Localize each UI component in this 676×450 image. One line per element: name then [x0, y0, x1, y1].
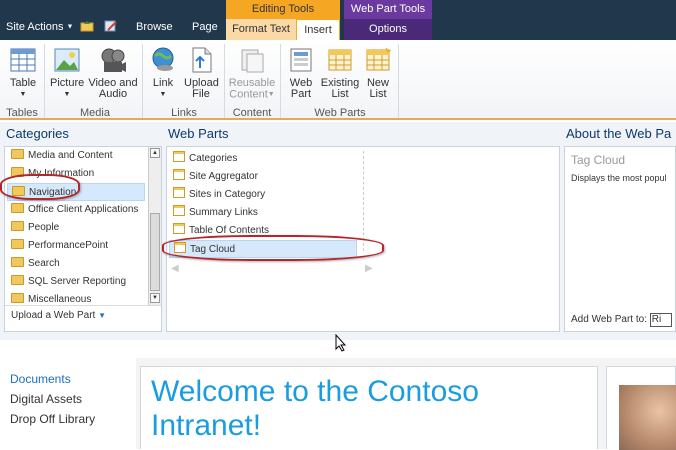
- folder-icon: [11, 257, 24, 267]
- site-actions-menu[interactable]: Site Actions ▼: [6, 21, 73, 33]
- divider: [5, 305, 161, 306]
- web-part-picker: Categories Media and Content My Informat…: [0, 122, 676, 340]
- highlight-ring: [0, 174, 80, 200]
- web-part-tools-header: Web Part Tools: [344, 0, 432, 19]
- folder-icon: [11, 203, 24, 213]
- divider: [44, 44, 45, 118]
- tab-options[interactable]: Options: [344, 19, 432, 40]
- group-label-content: Content: [232, 107, 272, 119]
- divider: [280, 44, 281, 118]
- table-button[interactable]: Table ▼: [6, 46, 40, 100]
- upload-file-icon: [187, 46, 215, 74]
- category-item[interactable]: Media and Content: [11, 147, 113, 165]
- web-part-icon: [173, 205, 185, 216]
- web-part-icon: [173, 187, 185, 198]
- edit-page-icon[interactable]: [104, 20, 118, 32]
- category-item[interactable]: Office Client Applications: [11, 201, 138, 219]
- about-header: About the Web Pa: [566, 126, 672, 141]
- column-divider: [363, 151, 364, 251]
- web-part-icon: [287, 46, 315, 74]
- about-description: Displays the most popul: [571, 173, 667, 183]
- group-label-tables: Tables: [6, 107, 38, 119]
- tab-page[interactable]: Page: [192, 21, 218, 33]
- categories-scrollbar[interactable]: ▲ ▼: [148, 147, 161, 305]
- chevron-down-icon: ▼: [66, 23, 74, 31]
- folder-icon: [11, 239, 24, 249]
- new-list-button[interactable]: New List: [362, 46, 394, 100]
- site-actions-label: Site Actions: [6, 21, 64, 33]
- folder-icon: [11, 275, 24, 285]
- chevron-down-icon: ▼: [98, 311, 107, 320]
- new-list-icon: [364, 46, 392, 74]
- video-audio-button[interactable]: Video and Audio: [88, 46, 138, 100]
- web-parts-header: Web Parts: [168, 126, 229, 141]
- about-title: Tag Cloud: [571, 153, 626, 167]
- picture-icon: [53, 46, 81, 74]
- person-photo: [619, 385, 676, 450]
- folder-icon: [11, 149, 24, 159]
- scroll-left-icon[interactable]: ◀: [171, 263, 179, 274]
- group-label-web-parts: Web Parts: [314, 107, 366, 119]
- category-item[interactable]: Miscellaneous: [11, 291, 91, 309]
- tab-format-text[interactable]: Format Text: [226, 19, 296, 40]
- quick-launch-documents[interactable]: Documents: [10, 372, 71, 386]
- reusable-content-button[interactable]: Reusable Content▼: [228, 46, 276, 100]
- web-part-item[interactable]: Sites in Category: [173, 186, 265, 204]
- web-part-icon: [173, 223, 185, 234]
- image-zone: [606, 366, 676, 450]
- globe-link-icon: [149, 46, 177, 74]
- folder-icon: [11, 221, 24, 231]
- category-item[interactable]: People: [11, 219, 59, 237]
- tab-browse[interactable]: Browse: [136, 21, 173, 33]
- zone-select[interactable]: Ri: [649, 313, 672, 327]
- folder-icon: [11, 293, 24, 303]
- scroll-down-icon[interactable]: ▼: [150, 293, 160, 303]
- web-part-item[interactable]: Summary Links: [173, 204, 258, 222]
- scroll-thumb[interactable]: [150, 213, 160, 291]
- about-panel: Tag Cloud Displays the most popul Add We…: [564, 146, 676, 332]
- group-label-links: Links: [171, 107, 197, 119]
- web-part-icon: [173, 151, 185, 162]
- link-button[interactable]: Link ▼: [148, 46, 178, 100]
- quick-launch-digital-assets[interactable]: Digital Assets: [10, 392, 82, 406]
- welcome-zone: Welcome to the Contoso Intranet!: [140, 366, 598, 449]
- quick-launch: Documents Digital Assets Drop Off Librar…: [0, 358, 136, 449]
- add-web-part-label: Add Web Part to:: [571, 314, 647, 325]
- quick-launch-drop-off-library[interactable]: Drop Off Library: [10, 412, 95, 426]
- add-web-part-to-row: Add Web Part to: Ri: [571, 313, 672, 327]
- categories-header: Categories: [6, 126, 69, 141]
- scroll-right-icon[interactable]: ▶: [365, 263, 373, 274]
- welcome-title: Welcome to the Contoso Intranet!: [151, 375, 479, 442]
- category-item[interactable]: PerformancePoint: [11, 237, 108, 255]
- upload-web-part-link[interactable]: Upload a Web Part ▼: [11, 310, 106, 321]
- divider: [398, 44, 399, 118]
- reusable-content-icon: [238, 46, 266, 74]
- ribbon: Table ▼ Tables Picture ▼ Video and Audio Me…: [0, 40, 676, 120]
- web-part-icon: [173, 169, 185, 180]
- film-reel-icon: [99, 46, 127, 74]
- upload-file-button[interactable]: Upload File: [184, 46, 219, 100]
- mouse-cursor-icon: [335, 333, 347, 355]
- top-bar: Site Actions ▼ Browse Page Editing Tools…: [0, 0, 676, 40]
- editing-tools-header: Editing Tools: [226, 0, 340, 19]
- picture-button[interactable]: Picture ▼: [50, 46, 84, 100]
- existing-list-icon: [326, 46, 354, 74]
- divider: [142, 44, 143, 118]
- navigate-up-icon[interactable]: [80, 20, 94, 32]
- highlight-ring: [162, 235, 384, 261]
- group-label-media: Media: [80, 107, 110, 119]
- web-part-button[interactable]: Web Part: [286, 46, 316, 100]
- table-icon: [9, 46, 37, 74]
- existing-list-button[interactable]: Existing List: [320, 46, 360, 100]
- category-item[interactable]: Search: [11, 255, 60, 273]
- page-content: Documents Digital Assets Drop Off Librar…: [0, 358, 676, 450]
- web-part-item[interactable]: Site Aggregator: [173, 168, 258, 186]
- divider: [224, 44, 225, 118]
- category-item[interactable]: SQL Server Reporting: [11, 273, 126, 291]
- web-part-item[interactable]: Categories: [173, 150, 237, 168]
- scroll-up-icon[interactable]: ▲: [150, 148, 160, 158]
- tab-insert[interactable]: Insert: [296, 19, 340, 40]
